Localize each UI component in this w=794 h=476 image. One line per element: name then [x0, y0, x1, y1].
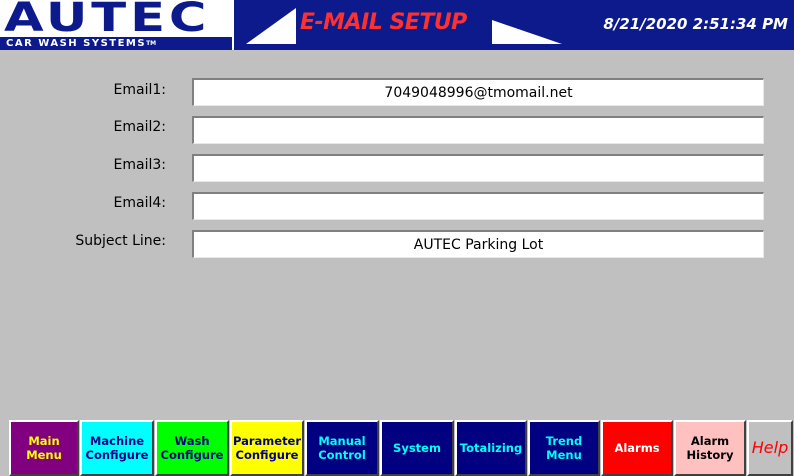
parameter-configure-button[interactable]: Parameter Configure: [230, 420, 304, 476]
alarms-button-label: Alarms: [614, 441, 660, 455]
wash-configure-button[interactable]: Wash Configure: [155, 420, 229, 476]
logo-subtitle: CAR WASH SYSTEMSTM: [0, 37, 232, 50]
manual-control-button-label: Manual Control: [318, 434, 366, 462]
email4-label: Email4:: [113, 195, 166, 211]
email1-label: Email1:: [113, 82, 166, 98]
right-wedge-icon: [492, 20, 562, 44]
autec-logo: AUTEC CAR WASH SYSTEMSTM: [0, 0, 234, 50]
email4-field[interactable]: [192, 192, 764, 220]
screen-title: E-MAIL SETUP: [300, 10, 467, 35]
email2-label: Email2:: [113, 119, 166, 135]
subject-line-field[interactable]: [192, 230, 764, 258]
subject-line-label: Subject Line:: [75, 233, 166, 249]
alarms-button[interactable]: Alarms: [601, 420, 673, 476]
datetime-display: 8/21/2020 2:51:34 PM: [603, 15, 788, 33]
main-menu-button-label: Main Menu: [26, 434, 62, 462]
email3-field[interactable]: [192, 154, 764, 182]
logo-subtitle-text: CAR WASH SYSTEMS: [6, 38, 147, 49]
machine-configure-button-label: Machine Configure: [85, 434, 149, 462]
totalizing-button-label: Totalizing: [459, 441, 523, 455]
email3-label: Email3:: [113, 157, 166, 173]
alarm-history-button-label: Alarm History: [686, 434, 734, 462]
system-button-label: System: [393, 441, 441, 455]
help-button[interactable]: Help: [747, 420, 793, 476]
logo-wordmark: AUTEC: [4, 0, 211, 41]
left-wedge-icon: [246, 8, 296, 44]
system-button[interactable]: System: [380, 420, 454, 476]
trend-menu-button-label: Trend Menu: [545, 434, 583, 462]
help-button-label: Help: [751, 438, 789, 457]
main-menu-button[interactable]: Main Menu: [9, 420, 79, 476]
alarm-history-button[interactable]: Alarm History: [674, 420, 746, 476]
machine-configure-button[interactable]: Machine Configure: [80, 420, 154, 476]
trend-menu-button[interactable]: Trend Menu: [528, 420, 600, 476]
totalizing-button[interactable]: Totalizing: [455, 420, 527, 476]
bottom-nav-bar: Main Menu Machine Configure Wash Configu…: [0, 412, 794, 476]
email2-field[interactable]: [192, 116, 764, 144]
wash-configure-button-label: Wash Configure: [160, 434, 224, 462]
email1-field[interactable]: [192, 78, 764, 106]
header-bar: AUTEC CAR WASH SYSTEMSTM E-MAIL SETUP 8/…: [0, 0, 794, 50]
parameter-configure-button-label: Parameter Configure: [232, 434, 302, 462]
manual-control-button[interactable]: Manual Control: [305, 420, 379, 476]
logo-trademark: TM: [146, 40, 157, 47]
